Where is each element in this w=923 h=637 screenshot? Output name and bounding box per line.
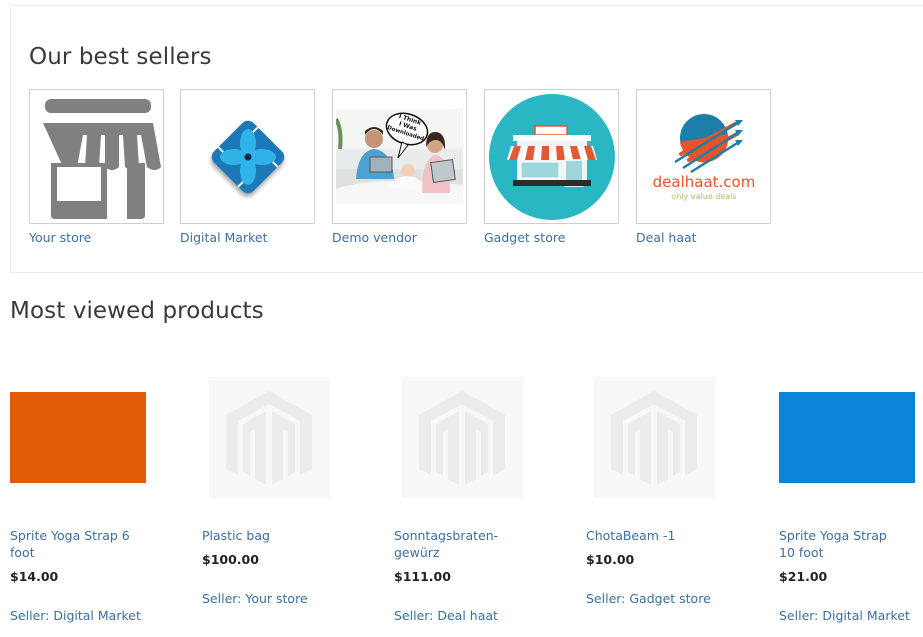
seller-card-deal-haat[interactable]: dealhaat.com only value deals Deal haat <box>636 89 772 245</box>
magento-placeholder-icon <box>226 391 312 485</box>
seller-logo-digital-market[interactable] <box>180 89 315 224</box>
seller-link-digital-market[interactable]: Digital Market <box>180 230 316 245</box>
seller-link-deal-haat[interactable]: Deal haat <box>636 230 772 245</box>
product-card: Sonntagsbraten-gewürz $111.00 Seller: De… <box>394 372 544 623</box>
seller-link-your-store[interactable]: Your store <box>29 230 165 245</box>
product-card: Sprite Yoga Strap 6 foot $14.00 Seller: … <box>10 372 160 623</box>
product-seller-link[interactable]: Seller: Your store <box>202 591 352 606</box>
seller-logo-your-store[interactable] <box>29 89 164 224</box>
product-price: $21.00 <box>779 569 828 584</box>
magento-placeholder-icon <box>419 391 505 485</box>
product-seller-link[interactable]: Seller: Digital Market <box>10 608 160 623</box>
product-card: Sprite Yoga Strap 10 foot $21.00 Seller:… <box>779 372 923 623</box>
seller-logo-gadget-store[interactable] <box>484 89 619 224</box>
magento-placeholder-icon <box>611 391 697 485</box>
shop-circle-logo <box>488 93 615 220</box>
product-name-link[interactable]: Sonntagsbraten-gewürz <box>394 527 519 561</box>
product-price: $111.00 <box>394 569 451 584</box>
product-image-placeholder[interactable] <box>209 377 330 498</box>
product-name-link[interactable]: Sprite Yoga Strap 6 foot <box>10 527 135 561</box>
seller-link-demo-vendor[interactable]: Demo vendor <box>332 230 468 245</box>
dealhaat-logo-text: dealhaat.com <box>652 173 755 191</box>
product-price: $100.00 <box>202 552 259 567</box>
seller-link-gadget-store[interactable]: Gadget store <box>484 230 620 245</box>
product-price: $10.00 <box>586 552 635 567</box>
product-card: Plastic bag $100.00 Seller: Your store <box>202 372 352 606</box>
storefront-icon <box>42 98 161 219</box>
product-image-blue-swatch[interactable] <box>779 392 915 483</box>
dealhaat-logo: dealhaat.com only value deals <box>652 113 755 201</box>
product-price: $14.00 <box>10 569 59 584</box>
product-name-link[interactable]: ChotaBeam -1 <box>586 527 711 544</box>
family-photo: I Think I Was Downloaded <box>336 108 463 205</box>
most-viewed-title: Most viewed products <box>10 298 264 324</box>
seller-logo-deal-haat[interactable]: dealhaat.com only value deals <box>636 89 771 224</box>
seller-card-gadget-store[interactable]: Gadget store <box>484 89 620 245</box>
seller-card-demo-vendor[interactable]: I Think I Was Downloaded Demo vendor <box>332 89 468 245</box>
product-seller-link[interactable]: Seller: Deal haat <box>394 608 544 623</box>
product-name-link[interactable]: Sprite Yoga Strap 10 foot <box>779 527 904 561</box>
product-image-placeholder[interactable] <box>594 377 715 498</box>
diamond-flower-logo <box>211 120 284 193</box>
seller-logo-demo-vendor[interactable]: I Think I Was Downloaded <box>332 89 467 224</box>
product-image-placeholder[interactable] <box>402 377 523 498</box>
product-card: ChotaBeam -1 $10.00 Seller: Gadget store <box>586 372 736 606</box>
best-sellers-title: Our best sellers <box>29 44 212 70</box>
seller-card-digital-market[interactable]: Digital Market <box>180 89 316 245</box>
product-seller-link[interactable]: Seller: Gadget store <box>586 591 736 606</box>
dealhaat-logo-tagline: only value deals <box>671 192 736 201</box>
product-seller-link[interactable]: Seller: Digital Market <box>779 608 923 623</box>
product-image-orange-swatch[interactable] <box>10 392 146 483</box>
seller-card-your-store[interactable]: Your store <box>29 89 165 245</box>
product-name-link[interactable]: Plastic bag <box>202 527 327 544</box>
